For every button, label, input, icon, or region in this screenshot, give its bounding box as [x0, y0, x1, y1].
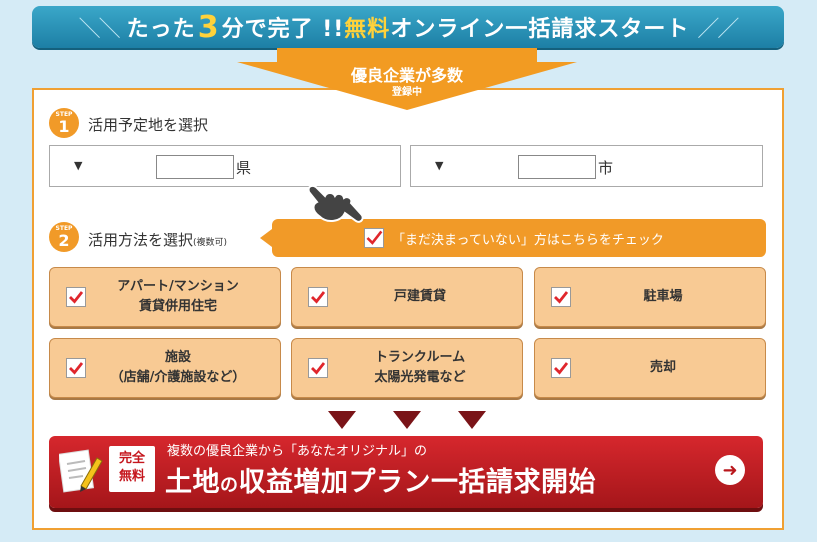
option-label: アパート/マンション	[117, 279, 239, 294]
banner-slash-right: ／／	[697, 17, 739, 42]
checkmark-icon	[311, 362, 326, 375]
option-sublabel: （店舗/介護施設など）	[110, 370, 246, 385]
undecided-label: 「まだ決まっていない」方はこちらをチェック	[392, 232, 664, 248]
chevron-down-icon: ▼	[435, 159, 444, 172]
option-checkbox[interactable]	[66, 287, 86, 307]
cta-title-part2: 収益増加プラン一括請求開始	[238, 467, 596, 498]
option-sublabel: 太陽光発電など	[374, 370, 466, 385]
option-parking[interactable]: 駐車場	[534, 267, 766, 327]
option-checkbox[interactable]	[308, 287, 328, 307]
banner-free: 無料	[344, 17, 391, 42]
banner-suffix: オンライン一括請求スタート	[390, 17, 690, 42]
option-sale[interactable]: 売却	[534, 338, 766, 398]
option-sublabel: 賃貸併用住宅	[138, 299, 217, 314]
arrow-right-icon: ➜	[715, 455, 745, 485]
submit-button[interactable]: 完全 無料 複数の優良企業から「あなたオリジナル」の 土地の収益増加プラン一括請…	[49, 436, 763, 508]
memo-pencil-icon	[59, 449, 103, 493]
checkmark-icon	[554, 291, 569, 304]
banner-middle: 分で完了 !!	[221, 17, 345, 42]
cta-subtitle: 複数の優良企業から「あなたオリジナル」の	[167, 444, 428, 459]
city-value	[518, 155, 596, 179]
option-label: トランクルーム	[374, 350, 466, 365]
option-label: 売却	[649, 360, 676, 375]
step1-title: 活用予定地を選択	[88, 116, 209, 134]
down-arrow-icon	[328, 411, 356, 429]
option-checkbox[interactable]	[66, 358, 86, 378]
city-unit: 市	[598, 159, 614, 177]
undecided-checkbox[interactable]	[364, 228, 384, 248]
option-apartment[interactable]: アパート/マンション 賃貸併用住宅	[49, 267, 281, 327]
step2-title-note: (複数可)	[193, 238, 228, 248]
option-checkbox[interactable]	[551, 358, 571, 378]
down-arrow-icon	[458, 411, 486, 429]
pointing-hand-icon	[307, 184, 364, 223]
free-tag-line1: 完全	[118, 451, 145, 466]
arrow-line2: 登録中	[392, 87, 422, 98]
option-label: 駐車場	[643, 289, 683, 304]
free-tag: 完全 無料	[109, 446, 155, 492]
cta-title-particle: の	[220, 475, 239, 496]
option-label: 施設	[164, 350, 191, 365]
step2-title: 活用方法を選択(複数可)	[88, 229, 227, 250]
option-checkbox[interactable]	[551, 287, 571, 307]
option-detached-rental[interactable]: 戸建賃貸	[291, 267, 523, 327]
option-trunk-room[interactable]: トランクルーム 太陽光発電など	[291, 338, 523, 398]
cta-title-part1: 土地	[165, 467, 220, 498]
free-tag-line2: 無料	[118, 469, 145, 484]
banner-prefix: たった	[126, 17, 196, 42]
step2-title-text: 活用方法を選択	[88, 231, 194, 249]
cta-title: 土地の収益増加プラン一括請求開始	[165, 460, 596, 499]
step1-badge-number: 1	[58, 117, 70, 136]
top-banner: ＼＼ たった 3 分で完了 !! 無料 オンライン一括請求スタート ／／	[32, 6, 784, 48]
prefecture-unit: 県	[236, 159, 252, 177]
step2-badge: STEP 2	[49, 222, 79, 252]
checkmark-icon	[69, 362, 84, 375]
option-facility[interactable]: 施設 （店舗/介護施設など）	[49, 338, 281, 398]
option-checkbox[interactable]	[308, 358, 328, 378]
down-arrow-icon	[393, 411, 421, 429]
featured-arrow: 優良企業が多数 登録中	[237, 48, 577, 110]
step1-badge: STEP 1	[49, 108, 79, 138]
prefecture-select[interactable]: ▼ 県	[49, 145, 401, 187]
checkmark-icon	[311, 291, 326, 304]
chevron-down-icon: ▼	[74, 159, 83, 172]
banner-slash-left: ＼＼	[78, 17, 121, 42]
checkmark-icon	[69, 291, 84, 304]
prefecture-value	[156, 155, 234, 179]
checkmark-icon	[366, 230, 383, 245]
checkmark-icon	[554, 362, 569, 375]
banner-number: 3	[197, 9, 220, 45]
option-label: 戸建賃貸	[393, 289, 446, 304]
step2-badge-number: 2	[58, 231, 70, 250]
city-select[interactable]: ▼ 市	[410, 145, 763, 187]
